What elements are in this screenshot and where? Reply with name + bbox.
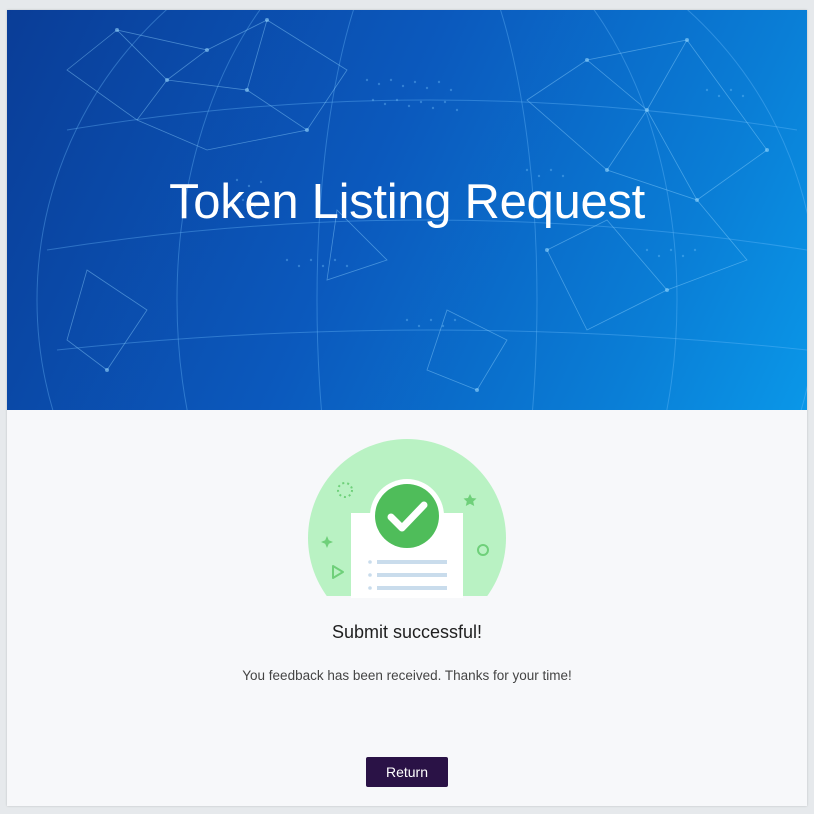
page-title: Token Listing Request: [169, 175, 645, 229]
success-title: Submit successful!: [331, 622, 483, 642]
return-button[interactable]: Return: [366, 757, 448, 787]
result-card: Token Listing Request Submit successful!…: [7, 10, 807, 806]
check-icon: [375, 484, 439, 548]
success-illustration: [308, 439, 506, 598]
success-message: You feedback has been received. Thanks f…: [242, 668, 572, 683]
hero-banner: Token Listing Request: [7, 10, 807, 410]
